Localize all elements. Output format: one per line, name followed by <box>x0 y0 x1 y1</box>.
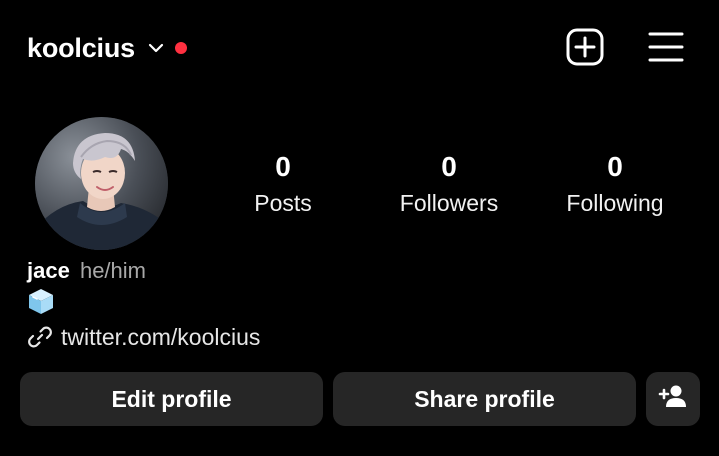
share-profile-button[interactable]: Share profile <box>333 372 636 426</box>
bio-text <box>27 288 627 318</box>
ice-cube-icon <box>27 287 55 320</box>
following-label: Following <box>566 190 664 216</box>
add-user-button[interactable] <box>646 372 700 426</box>
posts-count: 0 <box>275 151 291 182</box>
followers-label: Followers <box>399 190 499 216</box>
add-user-icon <box>658 381 688 417</box>
notification-dot <box>174 42 187 54</box>
link-icon <box>27 324 53 350</box>
bio-section: jace he/him twitter.com/koolcius <box>27 256 627 352</box>
profile-link[interactable]: twitter.com/koolcius <box>27 322 627 352</box>
name-line: jace he/him <box>27 256 627 286</box>
followers-stat[interactable]: 0 Followers <box>369 150 529 218</box>
add-post-icon[interactable] <box>565 27 605 67</box>
following-stat[interactable]: 0 Following <box>535 150 695 218</box>
following-count: 0 <box>607 151 623 182</box>
posts-stat[interactable]: 0 Posts <box>203 150 363 218</box>
menu-icon[interactable] <box>646 27 686 67</box>
chevron-down-icon <box>147 39 165 57</box>
avatar[interactable] <box>35 117 168 250</box>
account-switcher[interactable]: koolcius <box>27 28 187 68</box>
display-name: jace <box>27 258 70 283</box>
pronouns: he/him <box>79 258 146 283</box>
posts-label: Posts <box>254 190 312 216</box>
username: koolcius <box>27 32 135 63</box>
followers-count: 0 <box>441 151 457 182</box>
link-text[interactable]: twitter.com/koolcius <box>61 322 260 352</box>
edit-profile-button[interactable]: Edit profile <box>20 372 323 426</box>
top-bar: koolcius <box>0 0 719 95</box>
